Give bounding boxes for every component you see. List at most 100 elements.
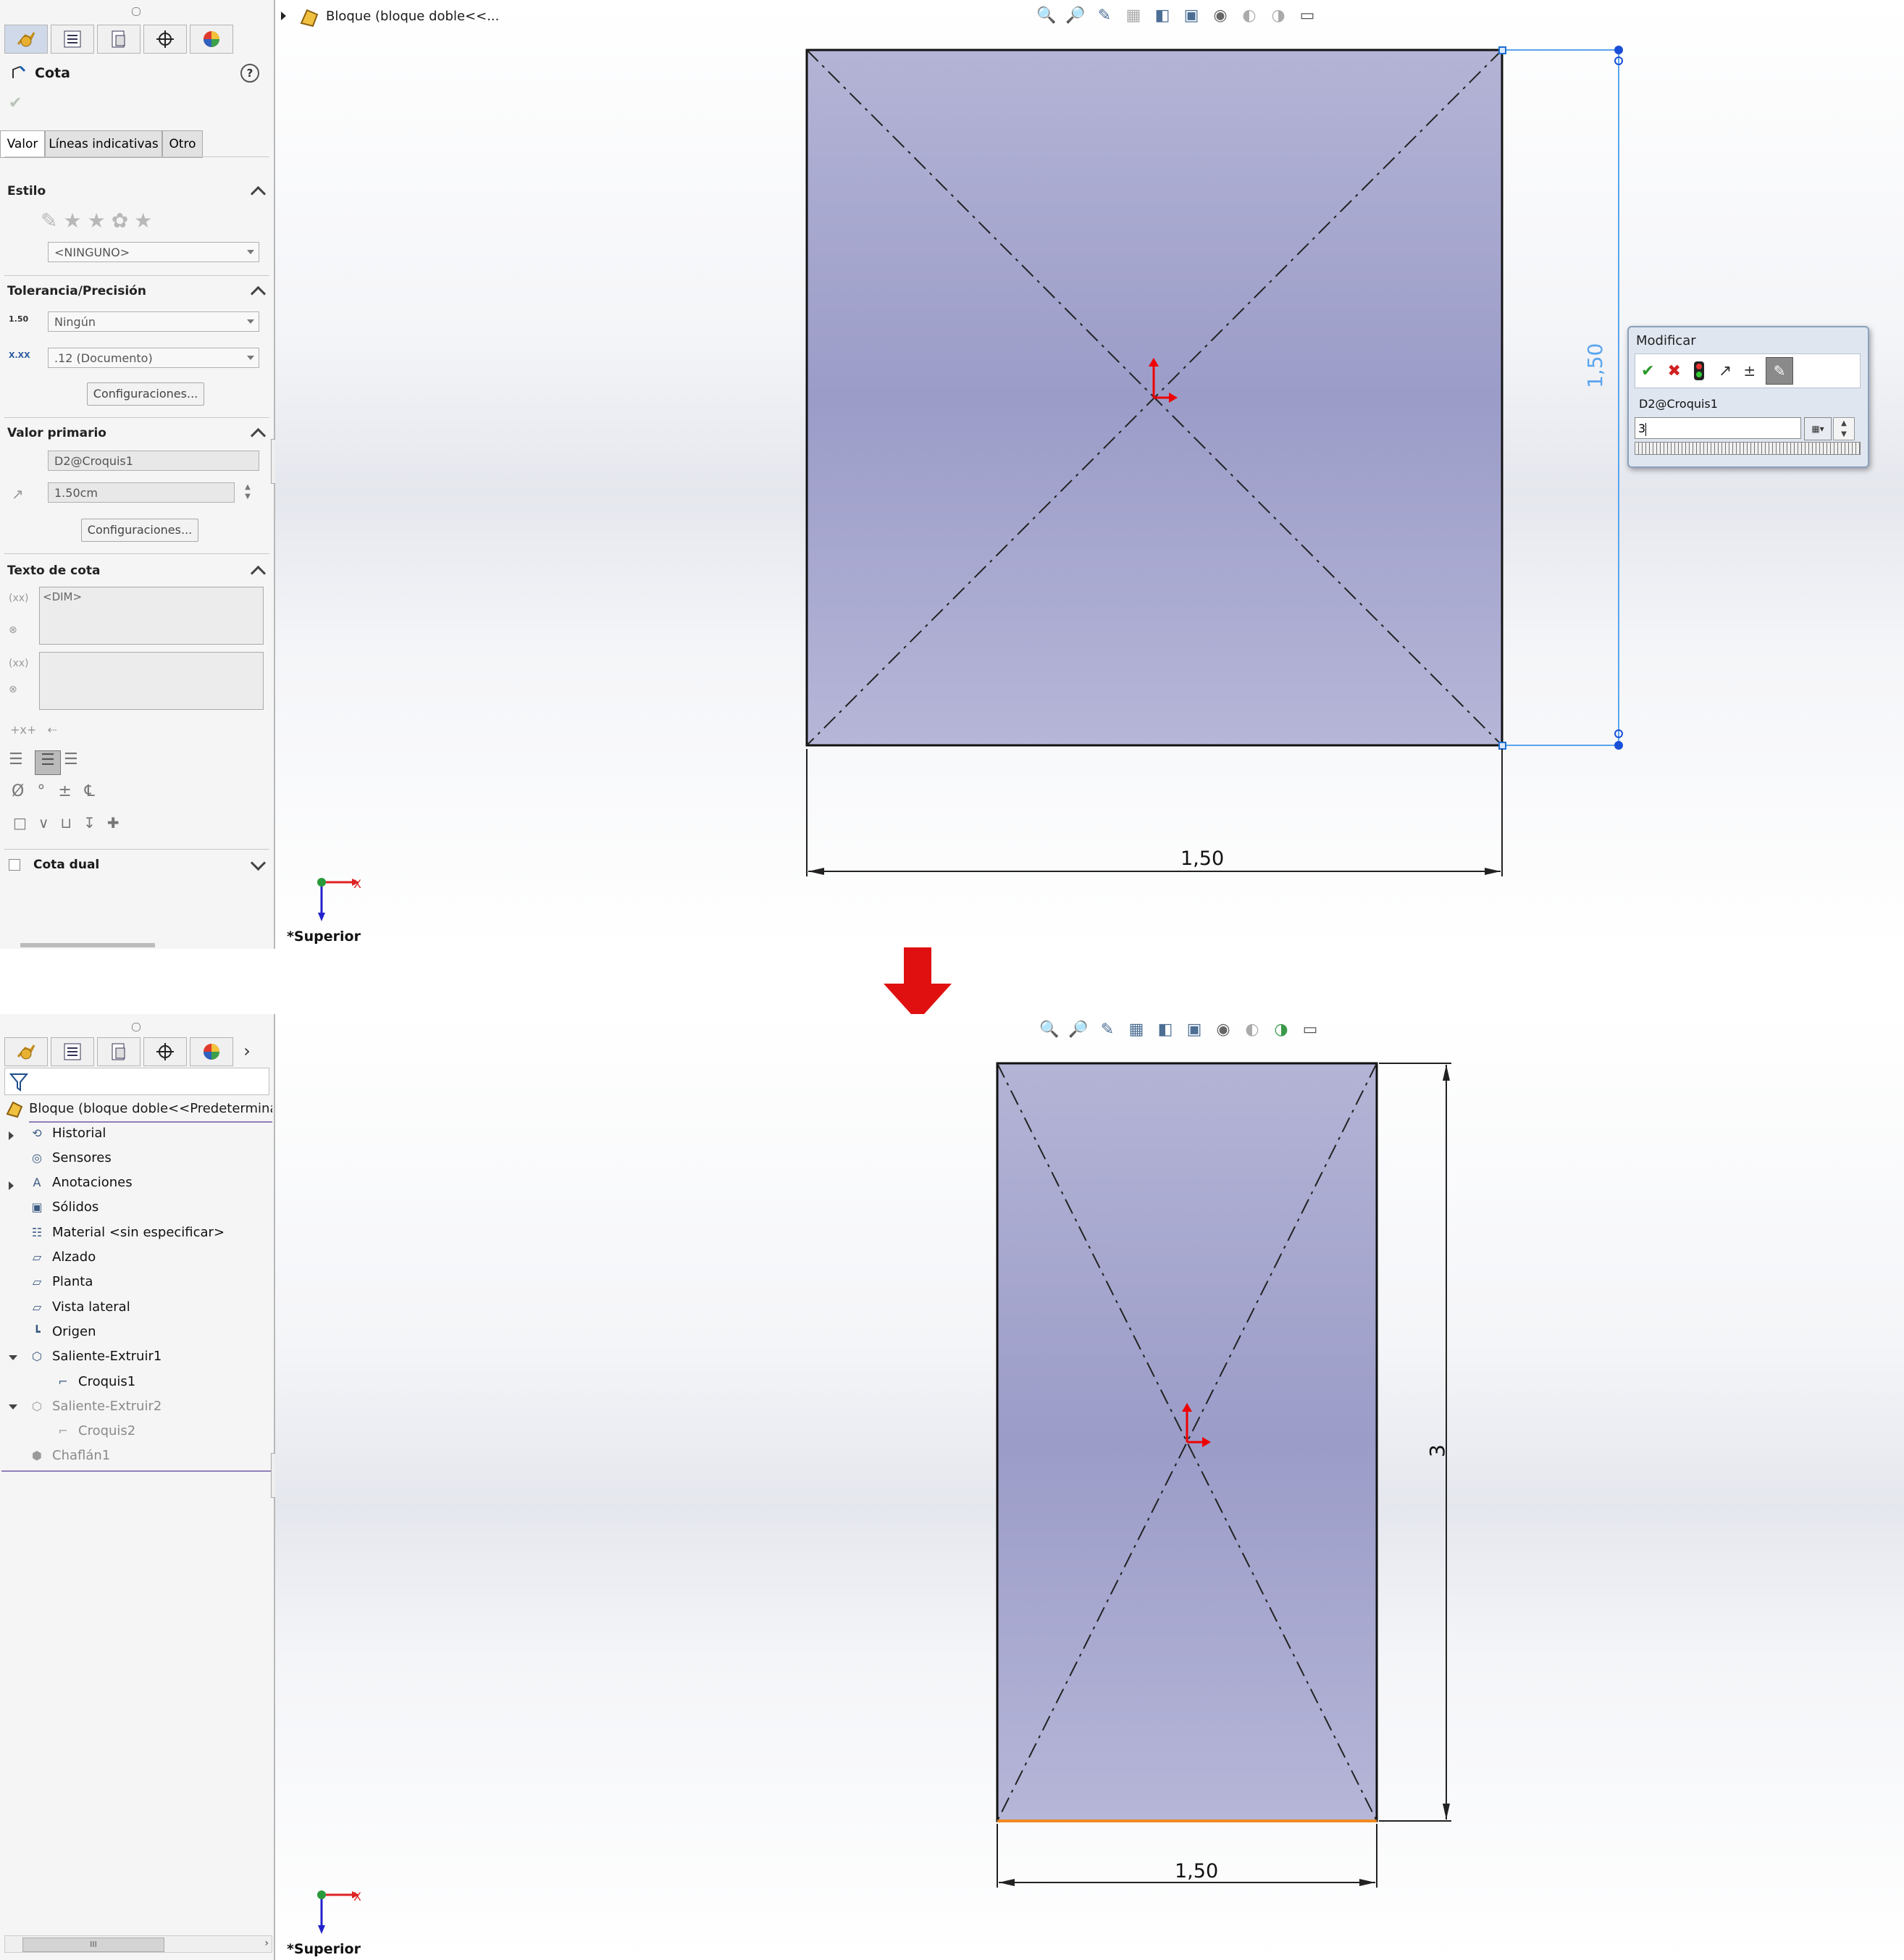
ok-check-icon[interactable]: ✔ [9,94,22,112]
tab-lineas-indicativas[interactable]: Líneas indicativas [45,130,162,158]
dimension-value-field[interactable]: 1.50cm [48,482,235,503]
vertical-dimension-text[interactable]: 3 [1425,1444,1449,1457]
horizontal-dimension-text[interactable]: 1,50 [1175,1860,1218,1882]
modify-spinner[interactable]: ▲ ▼ [1833,417,1855,440]
tree-item[interactable]: ☷ Material <sin especificar> [28,1223,225,1241]
horizontal-dimension-text[interactable]: 1,50 [1180,847,1224,870]
tolerance-type-select[interactable]: Ningún [48,311,259,332]
tab-display-manager[interactable] [190,25,233,54]
collapse-texto-cota-icon[interactable] [250,565,267,582]
tree-item[interactable]: ⌐ Croquis2 [54,1423,135,1440]
endpoint-handle[interactable] [1498,742,1506,750]
centerline-symbol[interactable]: ℄ [85,782,108,800]
tab-property-manager[interactable] [51,25,94,54]
counterbore-symbol[interactable]: ⊔ [61,814,84,832]
tab-display-manager[interactable] [190,1037,233,1066]
collapse-tolerancia-icon[interactable] [250,285,267,302]
expand-cota-dual-icon[interactable] [250,855,267,871]
center-dimension-icon[interactable]: ⊗ [9,624,17,636]
tree-item[interactable]: ⬡ Saliente-Extruir2 [28,1397,162,1415]
more-symbols-icon[interactable]: ✚ [107,814,131,832]
tree-expander-icon[interactable] [9,1354,17,1360]
scroll-right-icon[interactable]: › [264,1938,269,1949]
valor-config-button[interactable]: Configuraciones... [81,519,198,542]
tab-dimxpert-manager[interactable] [143,25,187,54]
reset-spin-increment-icon[interactable]: ↗ [1719,362,1732,380]
graphics-viewport[interactable]: Bloque (bloque doble<<... 🔍 🔎 ✎ ▦ ◧ ▣ ◉ … [275,0,1904,949]
tree-item[interactable]: ⟲ Historial [28,1124,106,1142]
tree-item[interactable]: ⌐ Croquis1 [54,1373,135,1390]
tree-root[interactable]: Bloque (bloque doble<<Predeterminado [29,1101,272,1116]
filter-input[interactable] [4,1068,269,1095]
tree-item[interactable]: ▱ Planta [28,1273,93,1291]
tab-feature-manager[interactable] [4,1037,48,1066]
tree-item[interactable]: ▣ Sólidos [28,1199,98,1216]
tab-property-manager[interactable] [51,1037,94,1066]
chevron-right-icon[interactable]: › [236,1037,258,1065]
inspection-icon[interactable]: (xx) [9,658,29,669]
apply-style-icon[interactable]: ✎ [41,209,63,233]
tree-item[interactable]: ◎ Sensores [28,1149,112,1166]
cota-dual-checkbox[interactable] [9,859,20,871]
tree-item[interactable]: ┗ Origen [28,1323,96,1340]
align-center-icon[interactable]: ☰ [35,750,61,775]
tab-configuration-manager[interactable] [97,25,141,54]
diameter-symbol[interactable]: Ø [12,782,37,800]
graphics-viewport[interactable]: 🔍 🔎 ✎ ▦ ◧ ▣ ◉ ◐ ◑ ▭ 1,50 3 X *Superior [275,1014,1904,1960]
update-style-icon[interactable]: ★ [88,209,112,233]
tree-expander-icon[interactable] [9,1181,14,1190]
tree-item[interactable]: ▱ Alzado [28,1249,96,1266]
save-style-icon[interactable]: ✿ [112,209,134,233]
align-right-icon[interactable]: ☰ [64,750,87,774]
countersink-symbol[interactable]: ∨ [38,814,61,832]
precision-select[interactable]: .12 (Documento) [48,348,259,368]
align-left-icon[interactable]: ☰ [9,750,32,774]
help-icon[interactable]: ? [240,64,259,83]
scrollbar-thumb[interactable]: III [22,1938,164,1952]
reverse-direction-icon[interactable]: ± [1743,362,1756,380]
collapse-valor-primario-icon[interactable] [250,427,267,444]
plus-minus-symbol[interactable]: ± [58,782,84,800]
tolerancia-config-button[interactable]: Configuraciones... [87,382,204,406]
value-spinner[interactable]: ▲ ▼ [239,482,256,503]
thumbwheel[interactable] [1635,442,1861,455]
depth-symbol[interactable]: ↧ [83,814,107,832]
rebuild-traffic-light-icon[interactable] [1693,361,1704,380]
panel-grip[interactable] [132,1023,141,1031]
horizontal-scrollbar[interactable]: III › [4,1935,272,1953]
panel-grip[interactable] [132,7,141,16]
cancel-x-icon[interactable]: ✖ [1667,362,1680,380]
tree-item[interactable]: ⬢ Chaflán1 [28,1447,110,1465]
load-style-icon[interactable]: ★ [134,209,158,233]
units-dropdown[interactable]: ▦▾ [1804,417,1832,440]
x-x-icon[interactable]: +x+ [10,723,36,737]
tree-item[interactable]: A Anotaciones [28,1174,133,1192]
tab-dimxpert-manager[interactable] [143,1037,187,1066]
vertical-dimension-text[interactable]: 1,50 [1583,343,1607,388]
tab-valor[interactable]: Valor [0,130,45,158]
tab-otro[interactable]: Otro [162,130,203,158]
add-parenthesis-icon[interactable]: (xx) [9,592,29,604]
tree-item[interactable]: ▱ Vista lateral [28,1298,130,1315]
tree-item[interactable]: ⬡ Saliente-Extruir1 [28,1348,162,1365]
tab-feature-manager[interactable] [4,25,48,54]
estilo-select[interactable]: <NINGUNO> [48,242,259,262]
dimension-name-field[interactable]: D2@Croquis1 [48,451,259,471]
degree-symbol[interactable]: ° [37,782,58,800]
dimension-text-above[interactable]: <DIM> [39,587,264,645]
basic-dimension-icon[interactable]: ⊗ [9,684,17,695]
square-symbol[interactable]: □ [13,814,38,832]
modify-value-input[interactable]: 3 [1635,417,1801,439]
add-style-icon[interactable]: ★ [63,209,87,233]
panel-scrollbar[interactable] [20,943,155,947]
endpoint-handle[interactable] [1498,46,1506,54]
collapse-estilo-icon[interactable] [250,185,267,202]
dimension-text-below[interactable] [39,652,264,710]
tree-expander-icon[interactable] [9,1404,17,1410]
tree-expander-icon[interactable] [9,1131,14,1140]
mark-for-drawing-icon[interactable]: ✎ [1766,357,1794,385]
symbol-row-2: □∨⊔↧✚ [13,814,131,832]
accept-check-icon[interactable]: ✔ [1641,362,1654,380]
arrow-dim-icon[interactable]: ⇠ [47,723,56,737]
tab-configuration-manager[interactable] [97,1037,141,1066]
